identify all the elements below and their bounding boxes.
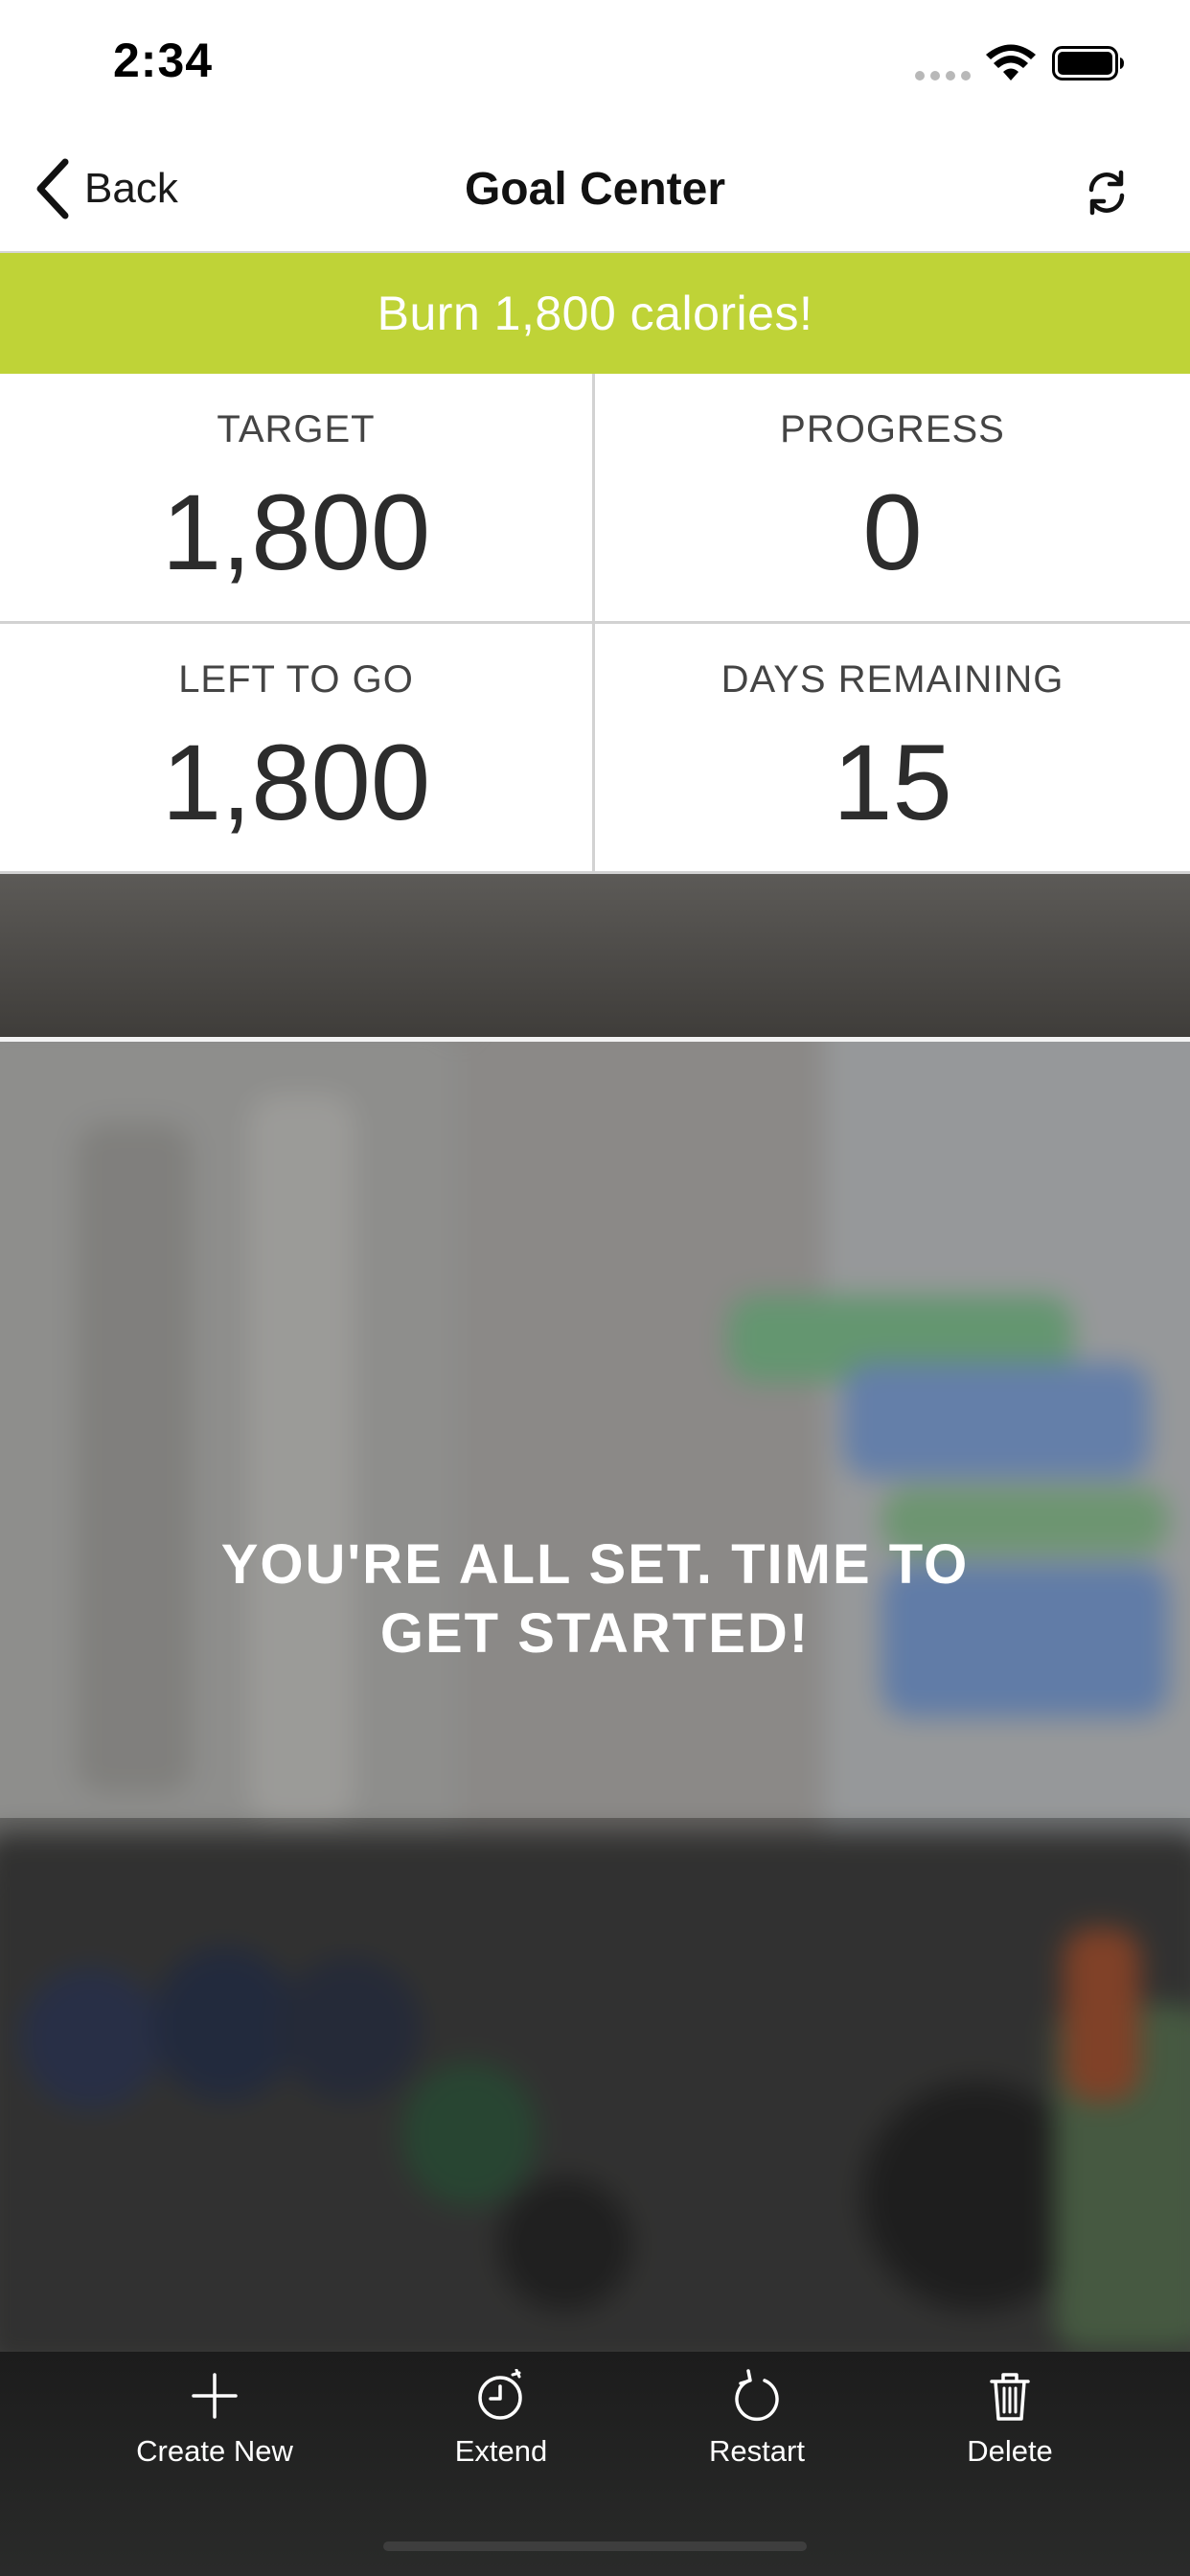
stat-left-to-go: LEFT TO GO 1,800 (0, 624, 595, 874)
stat-days-remaining: DAYS REMAINING 15 (595, 624, 1190, 874)
restart-button[interactable]: Restart (642, 2369, 872, 2469)
message-line-2: GET STARTED! (379, 1602, 811, 1665)
motivation-message: YOU'RE ALL SET. TIME TO GET STARTED! (144, 1530, 1046, 1668)
goal-center-screen: 2:34 Back Goal Center Burn 1,800 calorie… (0, 0, 1190, 2576)
stat-label: TARGET (217, 408, 376, 450)
photo-top-strip (0, 874, 1190, 1037)
delete-label: Delete (967, 2434, 1053, 2468)
stats-grid: TARGET 1,800 PROGRESS 0 LEFT TO GO 1,800… (0, 374, 1190, 874)
plus-icon (192, 2373, 238, 2419)
status-time: 2:34 (113, 34, 214, 87)
clock-icon (478, 2369, 522, 2420)
message-line-1: YOU'RE ALL SET. TIME TO (220, 1533, 970, 1596)
stat-target: TARGET 1,800 (0, 374, 595, 624)
create-new-button[interactable]: Create New (100, 2369, 330, 2469)
stat-progress: PROGRESS 0 (595, 374, 1190, 624)
stat-value: 1,800 (161, 472, 431, 592)
trash-icon (990, 2373, 1030, 2421)
stat-value: 0 (862, 472, 923, 592)
page-title: Goal Center (464, 164, 726, 215)
goal-banner: Burn 1,800 calories! (0, 253, 1190, 374)
extend-button[interactable]: Extend (386, 2369, 616, 2469)
stat-label: DAYS REMAINING (721, 658, 1064, 701)
navigation-bar: Back Goal Center (0, 126, 1190, 253)
extend-label: Extend (454, 2434, 548, 2468)
wifi-icon (986, 44, 1036, 80)
restart-icon (735, 2369, 779, 2422)
goal-title: Burn 1,800 calories! (377, 287, 813, 340)
delete-button[interactable]: Delete (895, 2369, 1125, 2469)
create-new-label: Create New (136, 2434, 293, 2468)
photo-bottom-shade (0, 1818, 1190, 2352)
message-overlay: YOU'RE ALL SET. TIME TO GET STARTED! (0, 1042, 1190, 1818)
home-indicator (383, 2542, 807, 2551)
action-toolbar: Create New Extend Restart Delete (0, 2352, 1190, 2576)
stat-value: 1,800 (161, 723, 431, 842)
refresh-icon[interactable] (1083, 169, 1131, 217)
battery-icon (1052, 46, 1124, 80)
stat-label: LEFT TO GO (178, 658, 414, 701)
restart-label: Restart (709, 2434, 805, 2468)
background-photo: YOU'RE ALL SET. TIME TO GET STARTED! (0, 874, 1190, 2352)
status-bar: 2:34 (0, 0, 1190, 126)
cellular-signal-icon (915, 71, 971, 80)
stat-value: 15 (833, 723, 952, 842)
stat-label: PROGRESS (780, 408, 1005, 450)
